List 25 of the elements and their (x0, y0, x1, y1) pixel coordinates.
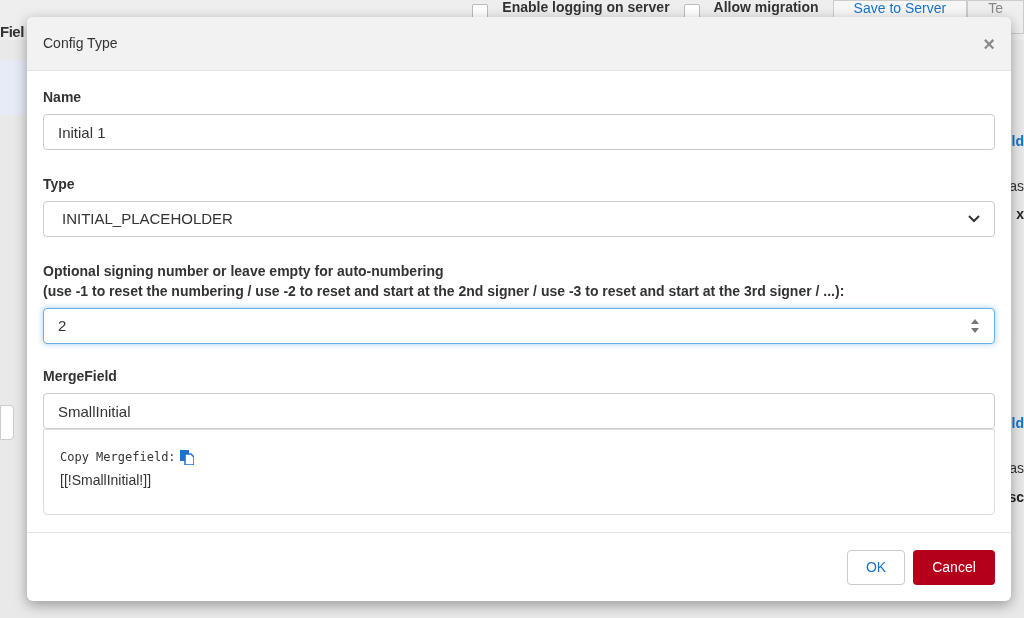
text-input-field[interactable]: Initial 1 (43, 114, 995, 150)
checkbox-label: Allow migration (713, 0, 819, 15)
table-cell-text[interactable]: ld (1011, 413, 1024, 433)
field-label: Name (43, 89, 83, 106)
copy-mergefield-label: Copy Mergefield: (60, 449, 176, 466)
field-label: Type (43, 176, 76, 193)
copy-icon[interactable] (179, 449, 194, 465)
text-input-field[interactable]: SmallInitial (43, 393, 995, 429)
field-label: MergeField (43, 368, 118, 385)
checkbox-label: Enable logging on server (502, 0, 670, 15)
number-input-field[interactable]: 2 (43, 308, 995, 344)
page-title: Fiel (0, 21, 24, 42)
dialog-title: Config Type (43, 34, 118, 53)
mergefield-value: [[!SmallInitial!]] (60, 471, 153, 490)
type-select[interactable]: INITIAL_PLACEHOLDER (43, 201, 995, 237)
cancel-button[interactable]: Cancel (913, 549, 995, 585)
table-cell-text[interactable]: ld (1011, 131, 1024, 151)
field-label: Optional signing number or leave empty for auto-numbering (43, 263, 445, 280)
ok-button[interactable]: OK (847, 549, 905, 585)
sidebar-item[interactable] (0, 60, 27, 115)
table-cell-text: x (1016, 205, 1024, 224)
spinner-arrows-icon (970, 318, 980, 334)
input-field[interactable] (0, 405, 14, 440)
field-hint: (use -1 to reset the numbering / use -2 to reset and start at the 2nd signer / use -3 to reset and start at the 3rd signer / ...): (43, 283, 846, 300)
chevron-down-icon (968, 215, 980, 223)
